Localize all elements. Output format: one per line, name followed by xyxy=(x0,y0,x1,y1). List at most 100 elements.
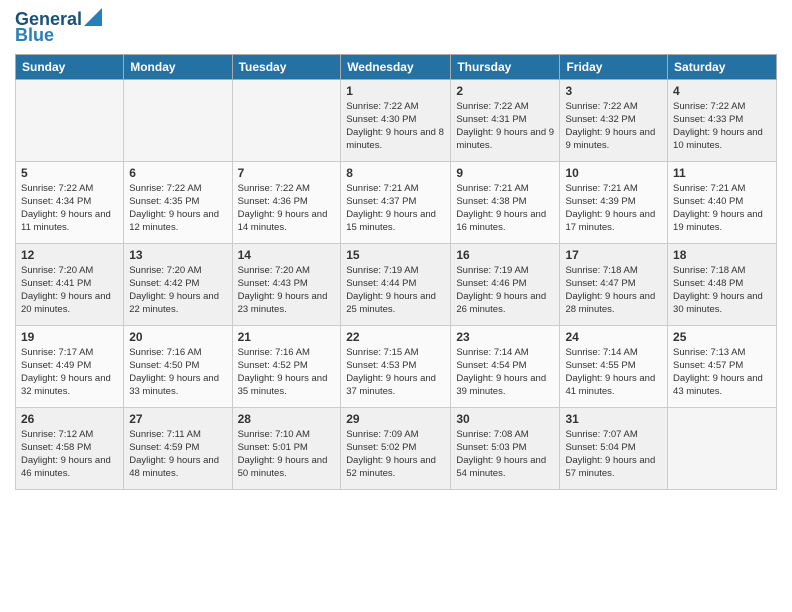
calendar-cell xyxy=(16,79,124,161)
day-number: 15 xyxy=(346,248,445,262)
day-number: 8 xyxy=(346,166,445,180)
logo: General Blue xyxy=(15,10,102,46)
calendar-cell: 25 Sunrise: 7:13 AMSunset: 4:57 PMDayligh… xyxy=(668,325,777,407)
day-number: 11 xyxy=(673,166,771,180)
day-detail: Sunrise: 7:14 AMSunset: 4:54 PMDaylight:… xyxy=(456,346,554,399)
day-number: 6 xyxy=(129,166,226,180)
calendar-cell: 31Sunrise: 7:07 AMSunset: 5:04 PMDayligh… xyxy=(560,407,668,489)
calendar-table: SundayMondayTuesdayWednesdayThursdayFrid… xyxy=(15,54,777,490)
day-number: 13 xyxy=(129,248,226,262)
calendar-cell: 13 Sunrise: 7:20 AMSunset: 4:42 PMDayligh… xyxy=(124,243,232,325)
logo-icon xyxy=(84,8,102,26)
day-number: 28 xyxy=(238,412,336,426)
day-detail: Sunrise: 7:20 AMSunset: 4:43 PMDaylight:… xyxy=(238,264,336,317)
logo-text-blue: Blue xyxy=(15,26,54,46)
calendar-cell: 27Sunrise: 7:11 AMSunset: 4:59 PMDayligh… xyxy=(124,407,232,489)
calendar-header-wednesday: Wednesday xyxy=(341,54,451,79)
day-detail: Sunrise: 7:17 AMSunset: 4:49 PMDaylight:… xyxy=(21,346,118,399)
day-number: 17 xyxy=(565,248,662,262)
page-header: General Blue xyxy=(15,10,777,46)
day-detail: Sunrise: 7:22 AMSunset: 4:30 PMDaylight:… xyxy=(346,100,445,153)
day-detail: Sunrise: 7:22 AMSunset: 4:32 PMDaylight:… xyxy=(565,100,662,153)
calendar-cell: 19 Sunrise: 7:17 AMSunset: 4:49 PMDayligh… xyxy=(16,325,124,407)
calendar-cell: 24 Sunrise: 7:14 AMSunset: 4:55 PMDayligh… xyxy=(560,325,668,407)
day-number: 10 xyxy=(565,166,662,180)
calendar-week-row: 12Sunrise: 7:20 AMSunset: 4:41 PMDayligh… xyxy=(16,243,777,325)
day-number: 7 xyxy=(238,166,336,180)
day-number: 22 xyxy=(346,330,445,344)
calendar-cell: 4Sunrise: 7:22 AMSunset: 4:33 PMDaylight… xyxy=(668,79,777,161)
day-number: 27 xyxy=(129,412,226,426)
day-number: 30 xyxy=(456,412,554,426)
calendar-cell: 11 Sunrise: 7:21 AMSunset: 4:40 PMDayligh… xyxy=(668,161,777,243)
calendar-cell: 16Sunrise: 7:19 AMSunset: 4:46 PMDayligh… xyxy=(451,243,560,325)
calendar-cell xyxy=(668,407,777,489)
day-detail: Sunrise: 7:15 AMSunset: 4:53 PMDaylight:… xyxy=(346,346,445,399)
calendar-cell: 15 Sunrise: 7:19 AMSunset: 4:44 PMDayligh… xyxy=(341,243,451,325)
calendar-cell: 3 Sunrise: 7:22 AMSunset: 4:32 PMDaylight… xyxy=(560,79,668,161)
day-number: 3 xyxy=(565,84,662,98)
day-number: 24 xyxy=(565,330,662,344)
day-detail: Sunrise: 7:16 AMSunset: 4:50 PMDaylight:… xyxy=(129,346,226,399)
day-detail: Sunrise: 7:16 AMSunset: 4:52 PMDaylight:… xyxy=(238,346,336,399)
calendar-cell: 1Sunrise: 7:22 AMSunset: 4:30 PMDaylight… xyxy=(341,79,451,161)
day-number: 21 xyxy=(238,330,336,344)
day-detail: Sunrise: 7:18 AMSunset: 4:48 PMDaylight:… xyxy=(673,264,771,317)
calendar-cell: 2Sunrise: 7:22 AMSunset: 4:31 PMDaylight… xyxy=(451,79,560,161)
calendar-header-sunday: Sunday xyxy=(16,54,124,79)
calendar-cell: 23Sunrise: 7:14 AMSunset: 4:54 PMDayligh… xyxy=(451,325,560,407)
calendar-cell: 14 Sunrise: 7:20 AMSunset: 4:43 PMDayligh… xyxy=(232,243,341,325)
day-detail: Sunrise: 7:13 AMSunset: 4:57 PMDaylight:… xyxy=(673,346,771,399)
day-detail: Sunrise: 7:19 AMSunset: 4:46 PMDaylight:… xyxy=(456,264,554,317)
calendar-cell: 20Sunrise: 7:16 AMSunset: 4:50 PMDayligh… xyxy=(124,325,232,407)
day-number: 29 xyxy=(346,412,445,426)
calendar-cell: 10Sunrise: 7:21 AMSunset: 4:39 PMDayligh… xyxy=(560,161,668,243)
day-detail: Sunrise: 7:19 AMSunset: 4:44 PMDaylight:… xyxy=(346,264,445,317)
calendar-cell: 7Sunrise: 7:22 AMSunset: 4:36 PMDaylight… xyxy=(232,161,341,243)
day-number: 19 xyxy=(21,330,118,344)
calendar-header-row: SundayMondayTuesdayWednesdayThursdayFrid… xyxy=(16,54,777,79)
day-detail: Sunrise: 7:18 AMSunset: 4:47 PMDaylight:… xyxy=(565,264,662,317)
day-detail: Sunrise: 7:14 AMSunset: 4:55 PMDaylight:… xyxy=(565,346,662,399)
page-container: General Blue SundayMondayTuesdayWednesda… xyxy=(0,0,792,500)
day-number: 18 xyxy=(673,248,771,262)
day-detail: Sunrise: 7:12 AMSunset: 4:58 PMDaylight:… xyxy=(21,428,118,481)
calendar-cell: 18 Sunrise: 7:18 AMSunset: 4:48 PMDayligh… xyxy=(668,243,777,325)
calendar-cell: 26 Sunrise: 7:12 AMSunset: 4:58 PMDayligh… xyxy=(16,407,124,489)
day-detail: Sunrise: 7:09 AMSunset: 5:02 PMDaylight:… xyxy=(346,428,445,481)
calendar-cell: 29 Sunrise: 7:09 AMSunset: 5:02 PMDayligh… xyxy=(341,407,451,489)
calendar-cell: 6 Sunrise: 7:22 AMSunset: 4:35 PMDaylight… xyxy=(124,161,232,243)
calendar-cell: 22 Sunrise: 7:15 AMSunset: 4:53 PMDayligh… xyxy=(341,325,451,407)
calendar-cell: 5 Sunrise: 7:22 AMSunset: 4:34 PMDaylight… xyxy=(16,161,124,243)
day-detail: Sunrise: 7:07 AMSunset: 5:04 PMDaylight:… xyxy=(565,428,662,481)
day-number: 14 xyxy=(238,248,336,262)
calendar-cell xyxy=(124,79,232,161)
day-detail: Sunrise: 7:22 AMSunset: 4:34 PMDaylight:… xyxy=(21,182,118,235)
calendar-header-tuesday: Tuesday xyxy=(232,54,341,79)
calendar-cell: 12Sunrise: 7:20 AMSunset: 4:41 PMDayligh… xyxy=(16,243,124,325)
day-detail: Sunrise: 7:08 AMSunset: 5:03 PMDaylight:… xyxy=(456,428,554,481)
day-detail: Sunrise: 7:20 AMSunset: 4:42 PMDaylight:… xyxy=(129,264,226,317)
calendar-cell: 28 Sunrise: 7:10 AMSunset: 5:01 PMDayligh… xyxy=(232,407,341,489)
day-detail: Sunrise: 7:10 AMSunset: 5:01 PMDaylight:… xyxy=(238,428,336,481)
day-detail: Sunrise: 7:21 AMSunset: 4:38 PMDaylight:… xyxy=(456,182,554,235)
calendar-cell: 9 Sunrise: 7:21 AMSunset: 4:38 PMDaylight… xyxy=(451,161,560,243)
day-number: 4 xyxy=(673,84,771,98)
day-detail: Sunrise: 7:22 AMSunset: 4:31 PMDaylight:… xyxy=(456,100,554,153)
calendar-week-row: 26 Sunrise: 7:12 AMSunset: 4:58 PMDayligh… xyxy=(16,407,777,489)
day-detail: Sunrise: 7:20 AMSunset: 4:41 PMDaylight:… xyxy=(21,264,118,317)
day-number: 25 xyxy=(673,330,771,344)
day-number: 26 xyxy=(21,412,118,426)
day-detail: Sunrise: 7:22 AMSunset: 4:35 PMDaylight:… xyxy=(129,182,226,235)
calendar-header-saturday: Saturday xyxy=(668,54,777,79)
calendar-week-row: 5 Sunrise: 7:22 AMSunset: 4:34 PMDaylight… xyxy=(16,161,777,243)
calendar-cell: 21 Sunrise: 7:16 AMSunset: 4:52 PMDayligh… xyxy=(232,325,341,407)
calendar-header-friday: Friday xyxy=(560,54,668,79)
calendar-cell: 30 Sunrise: 7:08 AMSunset: 5:03 PMDayligh… xyxy=(451,407,560,489)
calendar-header-monday: Monday xyxy=(124,54,232,79)
day-number: 5 xyxy=(21,166,118,180)
calendar-cell: 8Sunrise: 7:21 AMSunset: 4:37 PMDaylight… xyxy=(341,161,451,243)
calendar-cell: 17 Sunrise: 7:18 AMSunset: 4:47 PMDayligh… xyxy=(560,243,668,325)
day-detail: Sunrise: 7:21 AMSunset: 4:40 PMDaylight:… xyxy=(673,182,771,235)
day-number: 9 xyxy=(456,166,554,180)
